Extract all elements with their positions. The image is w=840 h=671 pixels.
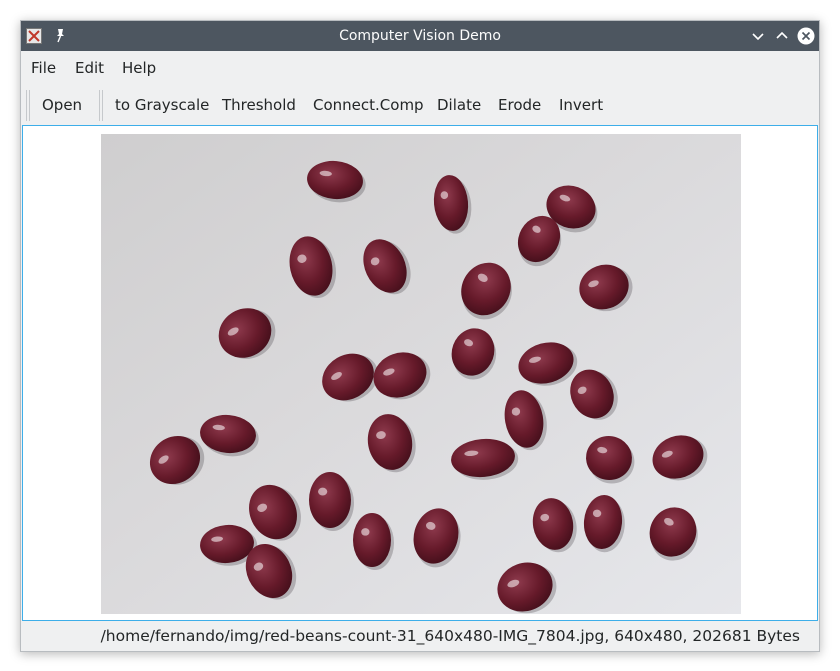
erode-button[interactable]: Erode <box>498 89 541 121</box>
maximize-icon[interactable] <box>773 27 791 45</box>
close-icon[interactable] <box>797 27 815 45</box>
grayscale-button[interactable]: to Grayscale <box>115 89 209 121</box>
menu-help[interactable]: Help <box>122 51 156 85</box>
minimize-icon[interactable] <box>749 27 767 45</box>
window-title: Computer Vision Demo <box>339 28 501 44</box>
menu-edit[interactable]: Edit <box>75 51 104 85</box>
open-button[interactable]: Open <box>42 89 82 121</box>
toolbar-handle[interactable] <box>99 90 103 121</box>
dilate-button[interactable]: Dilate <box>437 89 481 121</box>
main-window: Computer Vision Demo File Edit Help Open… <box>20 20 820 652</box>
threshold-button[interactable]: Threshold <box>222 89 296 121</box>
title-bar[interactable]: Computer Vision Demo <box>21 21 819 51</box>
menu-file[interactable]: File <box>31 51 56 85</box>
invert-button[interactable]: Invert <box>559 89 603 121</box>
status-text: /home/fernando/img/red-beans-count-31_64… <box>100 627 800 645</box>
image-view[interactable] <box>22 125 818 621</box>
toolbar: Open to Grayscale Threshold Connect.Comp… <box>21 85 819 125</box>
menu-bar: File Edit Help <box>21 51 819 85</box>
toolbar-handle[interactable] <box>26 90 30 121</box>
beans-image <box>101 134 741 614</box>
connected-components-button[interactable]: Connect.Comp <box>313 89 424 121</box>
status-bar: /home/fernando/img/red-beans-count-31_64… <box>21 621 819 651</box>
